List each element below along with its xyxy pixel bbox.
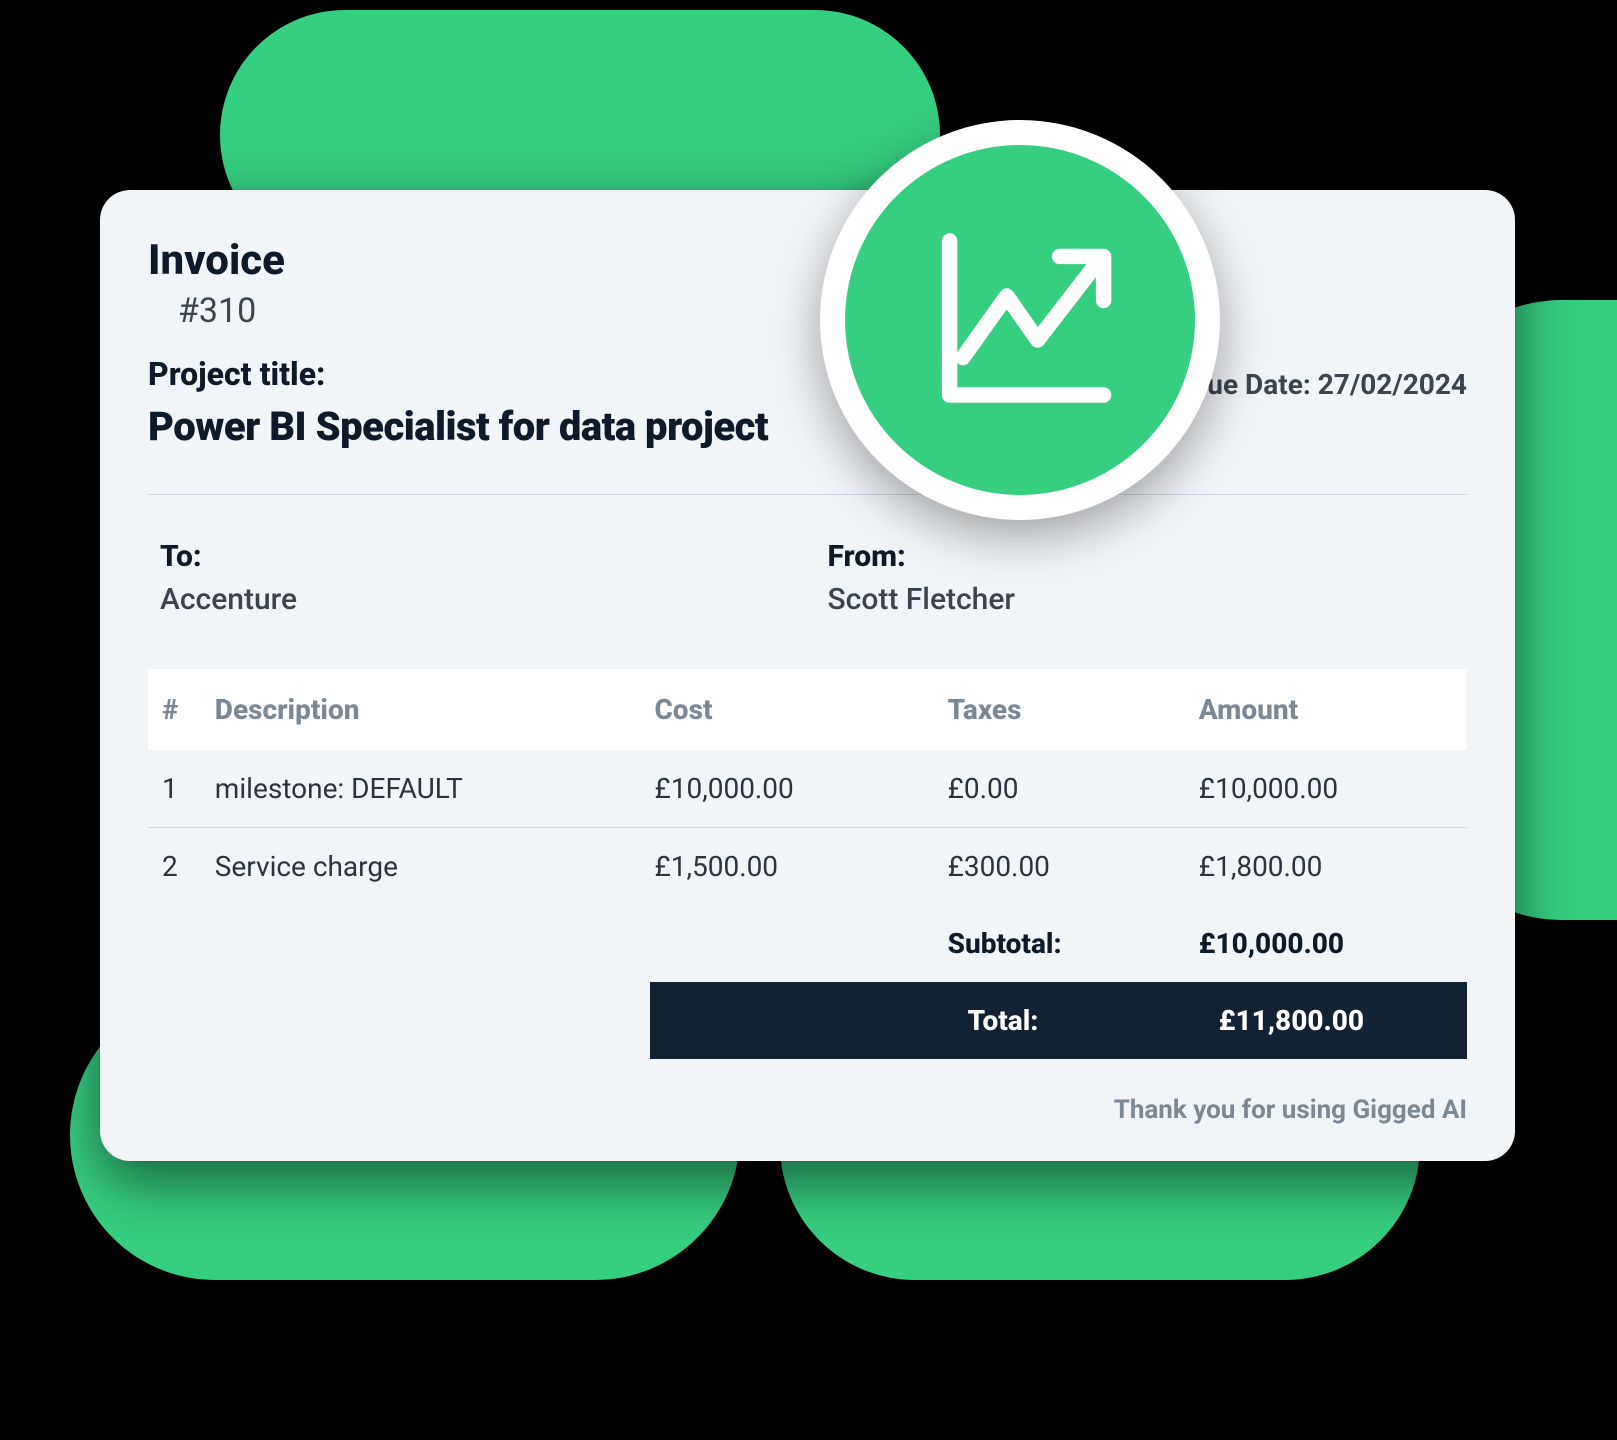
- cell-amount: £1,800.00: [1195, 828, 1467, 906]
- subtotal-value: £10,000.00: [1195, 905, 1467, 982]
- to-block: To: Accenture: [160, 539, 788, 617]
- cell-description: milestone: DEFAULT: [211, 750, 651, 828]
- cell-cost: £10,000.00: [650, 750, 943, 828]
- cell-cost: £1,500.00: [650, 828, 943, 906]
- issue-date-value: 27/02/2024: [1318, 368, 1467, 401]
- cell-idx: 1: [148, 750, 211, 828]
- from-label: From:: [828, 539, 1456, 574]
- from-block: From: Scott Fletcher: [828, 539, 1456, 617]
- divider: [148, 494, 1467, 495]
- col-taxes: Taxes: [944, 669, 1195, 750]
- chart-badge: [820, 120, 1220, 520]
- invoice-header: Invoice #310 Project title: Power BI Spe…: [148, 236, 1467, 450]
- table-row: 2 Service charge £1,500.00 £300.00 £1,80…: [148, 828, 1467, 906]
- cell-taxes: £300.00: [944, 828, 1195, 906]
- subtotal-row: Subtotal: £10,000.00: [148, 905, 1467, 982]
- to-label: To:: [160, 539, 788, 574]
- from-value: Scott Fletcher: [828, 582, 1456, 617]
- total-value: £11,800.00: [1195, 982, 1467, 1059]
- total-label: Total:: [944, 982, 1195, 1059]
- issue-date: Issue Date: 27/02/2024: [1170, 368, 1467, 401]
- cell-idx: 2: [148, 828, 211, 906]
- chart-badge-inner: [845, 145, 1195, 495]
- stage: Invoice #310 Project title: Power BI Spe…: [0, 0, 1617, 1440]
- table-row: 1 milestone: DEFAULT £10,000.00 £0.00 £1…: [148, 750, 1467, 828]
- col-idx: #: [148, 669, 211, 750]
- line-items-table: # Description Cost Taxes Amount 1 milest…: [148, 669, 1467, 1059]
- cell-taxes: £0.00: [944, 750, 1195, 828]
- cell-amount: £10,000.00: [1195, 750, 1467, 828]
- parties: To: Accenture From: Scott Fletcher: [148, 539, 1467, 617]
- cell-description: Service charge: [211, 828, 651, 906]
- to-value: Accenture: [160, 582, 788, 617]
- subtotal-label: Subtotal:: [944, 905, 1195, 982]
- col-cost: Cost: [650, 669, 943, 750]
- chart-growth-icon: [910, 208, 1130, 432]
- invoice-card: Invoice #310 Project title: Power BI Spe…: [100, 190, 1515, 1161]
- table-header-row: # Description Cost Taxes Amount: [148, 669, 1467, 750]
- footer-thanks: Thank you for using Gigged AI: [148, 1095, 1467, 1125]
- col-amount: Amount: [1195, 669, 1467, 750]
- total-row: Total: £11,800.00: [148, 982, 1467, 1059]
- col-description: Description: [211, 669, 651, 750]
